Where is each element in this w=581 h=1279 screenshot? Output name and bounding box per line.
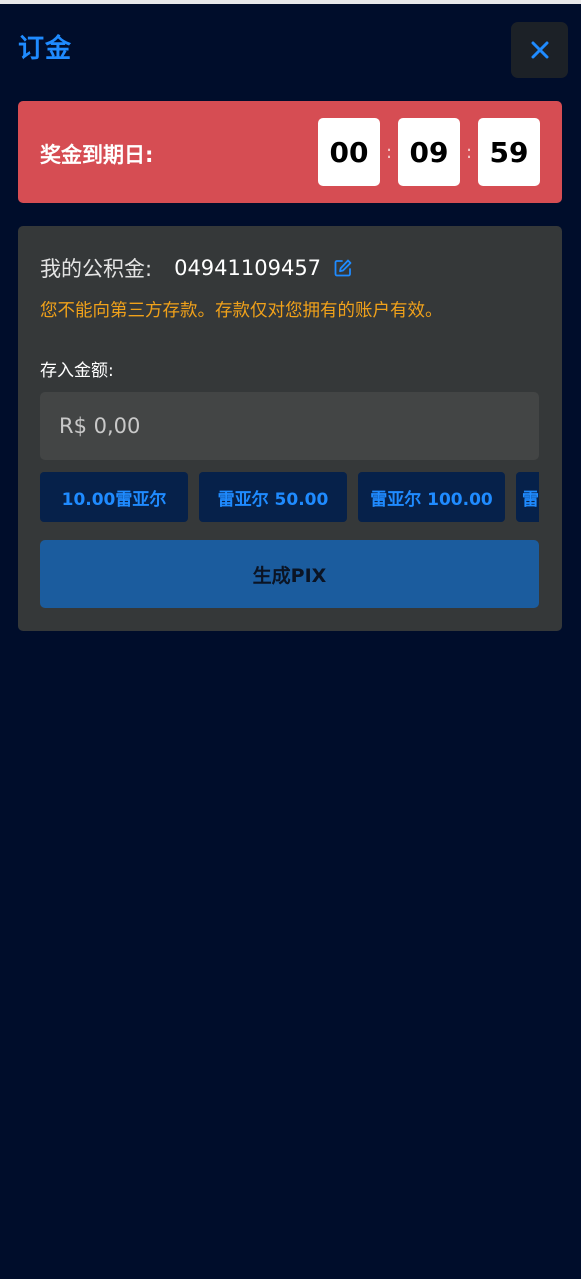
- account-label: 我的公积金:: [40, 257, 153, 281]
- edit-icon[interactable]: [333, 258, 353, 278]
- close-button[interactable]: [511, 22, 568, 78]
- quick-amount-100[interactable]: 雷亚尔 100.00: [358, 472, 505, 522]
- bonus-expiry-label: 奖金到期日:: [40, 143, 154, 167]
- quick-amounts: 10.00雷亚尔 雷亚尔 50.00 雷亚尔 100.00 雷: [40, 472, 539, 522]
- quick-amount-more[interactable]: 雷: [516, 472, 539, 522]
- amount-input[interactable]: [40, 392, 539, 460]
- quick-amount-10[interactable]: 10.00雷亚尔: [40, 472, 188, 522]
- countdown-seconds: 59: [478, 118, 540, 186]
- deposit-card: 我的公积金: 04941109457 您不能向第三方存款。存款仅对您拥有的账户有…: [18, 226, 562, 631]
- account-row: 我的公积金: 04941109457: [40, 253, 353, 283]
- countdown: 00 : 09 : 59: [318, 118, 540, 186]
- third-party-warning: 您不能向第三方存款。存款仅对您拥有的账户有效。: [40, 301, 443, 321]
- page-title: 订金: [18, 34, 73, 64]
- amount-label: 存入金额:: [40, 361, 114, 381]
- modal-header: 订金: [0, 4, 581, 90]
- quick-amount-50[interactable]: 雷亚尔 50.00: [199, 472, 347, 522]
- generate-pix-button[interactable]: 生成PIX: [40, 540, 539, 608]
- countdown-separator: :: [385, 141, 393, 163]
- close-icon: [531, 41, 548, 59]
- countdown-separator: :: [465, 141, 473, 163]
- bonus-expiry-card: 奖金到期日: 00 : 09 : 59: [18, 101, 562, 203]
- countdown-minutes: 09: [398, 118, 460, 186]
- countdown-hours: 00: [318, 118, 380, 186]
- account-number: 04941109457: [174, 256, 322, 280]
